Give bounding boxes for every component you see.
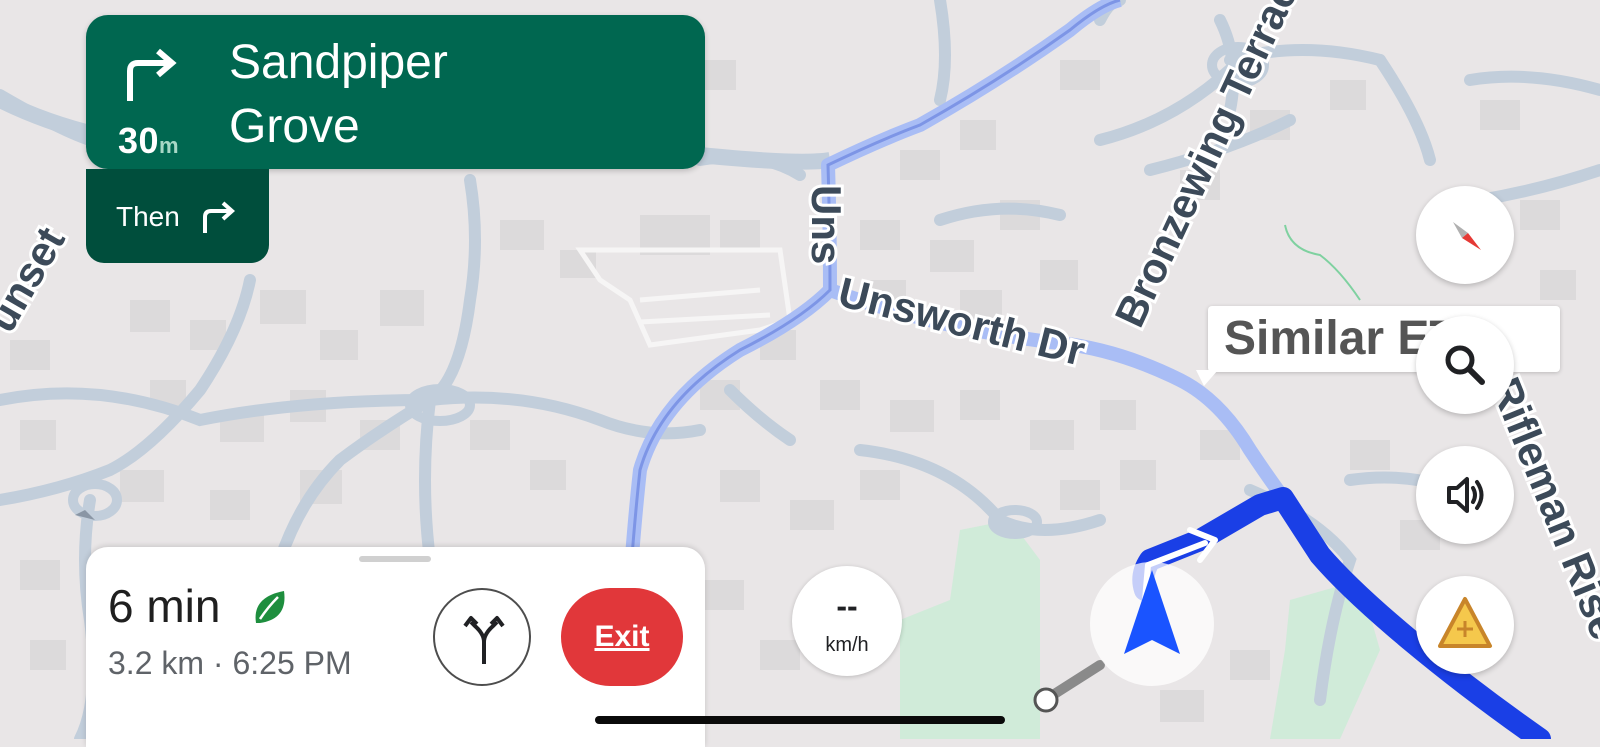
alternate-routes-icon bbox=[463, 616, 505, 664]
report-incident-button[interactable] bbox=[1416, 576, 1514, 674]
leaf-icon bbox=[255, 591, 285, 623]
turn-right-icon bbox=[203, 201, 236, 233]
speed-value: -- bbox=[836, 588, 858, 624]
next-street-name: Sandpiper Grove bbox=[229, 31, 448, 159]
search-button[interactable] bbox=[1416, 316, 1514, 414]
trip-duration: 6 min bbox=[108, 580, 221, 632]
drag-handle[interactable] bbox=[359, 556, 431, 562]
exit-button[interactable]: Exit bbox=[561, 588, 683, 686]
route-callout-tail bbox=[1196, 370, 1218, 386]
origin-marker bbox=[1033, 687, 1059, 713]
alternate-routes-button[interactable] bbox=[433, 588, 531, 686]
compass-button[interactable] bbox=[1416, 186, 1514, 284]
distance-unit: m bbox=[159, 133, 180, 158]
then-label: Then bbox=[116, 201, 180, 232]
direction-banner[interactable]: 30m Sandpiper Grove bbox=[86, 15, 705, 169]
street-label-unsworth-vertical: Uns bbox=[803, 185, 850, 264]
sound-button[interactable] bbox=[1416, 446, 1514, 544]
trip-details: 3.2 km · 6:25 PM bbox=[108, 645, 352, 681]
home-indicator[interactable] bbox=[595, 716, 1005, 724]
street-line-2: Grove bbox=[229, 100, 360, 153]
street-line-1: Sandpiper bbox=[229, 36, 448, 89]
compass-icon bbox=[1453, 222, 1481, 250]
then-step[interactable]: Then bbox=[86, 169, 269, 263]
search-icon bbox=[1445, 345, 1485, 385]
speed-unit: km/h bbox=[825, 634, 869, 656]
report-incident-icon bbox=[1438, 597, 1492, 648]
turn-right-icon bbox=[127, 48, 177, 101]
volume-icon bbox=[1447, 477, 1484, 513]
speedometer: -- km/h bbox=[792, 566, 902, 676]
distance-to-turn: 30m bbox=[118, 120, 180, 161]
current-location-arrow bbox=[1090, 562, 1214, 686]
